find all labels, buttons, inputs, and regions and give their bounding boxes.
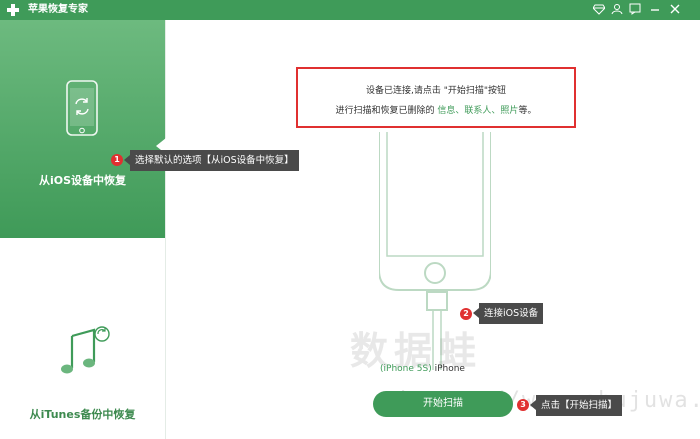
- start-scan-button[interactable]: 开始扫描: [373, 391, 513, 417]
- iphone-illustration: [379, 132, 491, 291]
- title-bar: 苹果恢复专家: [0, 0, 700, 20]
- info-line-2-prefix: 进行扫描和恢复已删除的: [335, 106, 438, 116]
- feedback-icon[interactable]: [628, 3, 642, 17]
- sidebar-item-label: 从iOS设备中恢复: [38, 174, 127, 187]
- step-3-callout: 点击【开始扫描】: [529, 395, 623, 416]
- minimize-icon[interactable]: [648, 3, 662, 17]
- device-name: iPhone: [431, 364, 465, 374]
- connection-info-box: 设备已连接,请点击 "开始扫描"按钮 进行扫描和恢复已删除的 信息、联系人、照片…: [296, 67, 576, 128]
- music-refresh-icon: [61, 326, 110, 374]
- sidebar: 从iOS设备中恢复 从iTunes备份中恢复: [0, 20, 166, 439]
- info-line-1: 设备已连接,请点击 "开始扫描"按钮: [365, 86, 506, 96]
- info-line-2: 进行扫描和恢复已删除的 信息、联系人、照片等。: [298, 103, 574, 116]
- info-line-2-suffix: 等。: [518, 106, 537, 116]
- user-icon[interactable]: [610, 3, 624, 17]
- sidebar-item-label: 从iTunes备份中恢复: [29, 408, 136, 421]
- diamond-icon[interactable]: [592, 3, 606, 17]
- step-3-badge: 3: [517, 399, 529, 411]
- info-link-types: 信息、联系人、照片: [437, 106, 519, 116]
- phone-refresh-icon: [66, 80, 98, 136]
- step-1-badge: 1: [111, 154, 123, 166]
- app-logo-icon: [7, 4, 19, 16]
- close-icon[interactable]: [668, 3, 682, 17]
- step-1-callout: 选择默认的选项【从iOS设备中恢复】: [124, 150, 299, 171]
- app-title: 苹果恢复专家: [28, 4, 88, 15]
- device-model: (iPhone 5S): [380, 364, 432, 374]
- step-2-badge: 2: [460, 308, 472, 320]
- step-2-callout: 连接iOS设备: [472, 303, 544, 324]
- device-label: (iPhone 5S) iPhone: [380, 364, 520, 374]
- sidebar-item-ios-device[interactable]: 从iOS设备中恢复: [0, 20, 165, 238]
